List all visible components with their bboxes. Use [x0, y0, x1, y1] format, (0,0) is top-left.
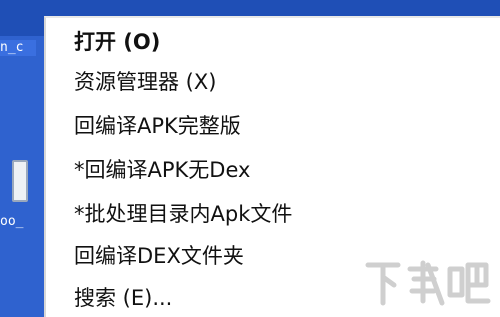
menu-item-explorer[interactable]: 资源管理器 (X) [74, 68, 216, 96]
desktop-top-band [0, 0, 44, 36]
desktop-icon-label[interactable]: oo_ [0, 214, 36, 230]
menu-item-decompile-apk-no-dex[interactable]: *回编译APK无Dex [74, 156, 250, 184]
menu-item-open[interactable]: 打开 (O) [74, 28, 160, 56]
menu-item-decompile-apk-full[interactable]: 回编译APK完整版 [74, 112, 241, 140]
desktop-icon-label[interactable]: n_c [0, 40, 36, 56]
menu-item-search[interactable]: 搜索 (E)... [74, 284, 172, 312]
desktop-background: n_c oo_ [0, 0, 44, 317]
watermark-logo [365, 260, 491, 306]
file-icon[interactable] [12, 160, 28, 202]
menu-item-batch-apk[interactable]: *批处理目录内Apk文件 [74, 200, 292, 228]
menu-item-decompile-dex-folder[interactable]: 回编译DEX文件夹 [74, 242, 244, 270]
screen: n_c oo_ 打开 (O) 资源管理器 (X) 回编译APK完整版 *回编译A… [0, 0, 500, 317]
